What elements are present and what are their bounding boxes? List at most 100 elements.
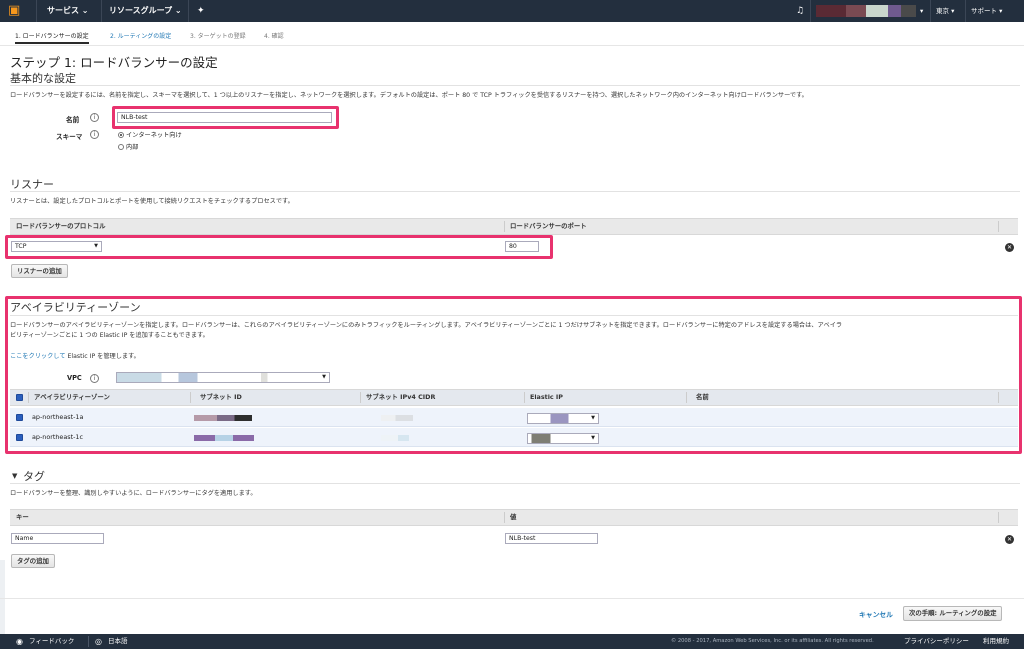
col-divider	[524, 392, 525, 403]
elastic-ip-select[interactable]: ▼	[527, 433, 599, 444]
row-checkbox[interactable]	[16, 414, 23, 421]
col-value: 値	[510, 513, 517, 521]
col-port: ロードバランサーのポート	[510, 222, 587, 230]
tag-value-input[interactable]	[505, 533, 598, 544]
table-row[interactable]: ap-northeast-1a ▼	[10, 408, 1018, 427]
tag-key-input[interactable]	[11, 533, 104, 544]
nav-divider	[965, 0, 966, 22]
wizard-step-review[interactable]: 4. 確認	[264, 31, 284, 40]
az-manage-eip: ここをクリックして Elastic IP を管理します。	[10, 352, 140, 361]
col-elastic-ip: Elastic IP	[530, 393, 563, 401]
col-zone: アベイラビリティーゾーン	[34, 393, 110, 401]
scheme-option-label: 内部	[126, 144, 139, 151]
az-table-header: アベイラビリティーゾーン サブネット ID サブネット IPv4 CIDR El…	[10, 389, 1018, 406]
section-divider	[10, 191, 1020, 192]
cancel-link[interactable]: キャンセル	[859, 609, 893, 619]
nav-divider	[930, 0, 931, 22]
col-divider	[360, 392, 361, 403]
col-divider	[504, 221, 505, 232]
vpc-select[interactable]: ▼	[116, 372, 330, 383]
aws-logo-icon[interactable]: ▣	[8, 3, 30, 19]
feedback-link[interactable]: フィードバック	[29, 634, 74, 649]
section-divider	[10, 315, 1018, 316]
basic-heading: 基本的な設定	[10, 72, 76, 85]
zone-name: ap-northeast-1a	[32, 413, 84, 421]
scheme-label: スキーマ	[56, 133, 83, 141]
col-divider	[28, 392, 29, 403]
tags-table-header: キー 値	[10, 509, 1018, 526]
language-selector[interactable]: 日本語	[108, 634, 128, 649]
resource-groups-menu[interactable]: リソースグループ ⌄	[109, 0, 182, 22]
wizard-step-targets[interactable]: 3. ターゲットの登録	[190, 31, 246, 40]
col-subnet-id: サブネット ID	[200, 393, 242, 401]
wizard-step-configure[interactable]: 1. ロードバランサーの設定	[15, 31, 89, 44]
col-key: キー	[16, 513, 29, 521]
bell-icon[interactable]: ♫	[796, 0, 804, 22]
col-divider	[998, 392, 999, 403]
zone-name: ap-northeast-1c	[32, 433, 83, 441]
add-tag-button[interactable]: タグの追加	[11, 554, 55, 568]
listeners-table-header: ロードバランサーのプロトコル ロードバランサーのポート	[10, 218, 1018, 235]
vpc-label: VPC	[67, 374, 82, 382]
nav-divider	[188, 0, 189, 22]
collapse-triangle-icon[interactable]: ▼	[12, 472, 17, 480]
manage-eip-link[interactable]: ここをクリックして	[10, 353, 66, 360]
listeners-heading: リスナー	[10, 178, 54, 191]
cidr-redacted	[381, 435, 409, 441]
port-input[interactable]	[505, 241, 539, 252]
col-subnet-cidr: サブネット IPv4 CIDR	[366, 393, 436, 401]
add-listener-button[interactable]: リスナーの追加	[11, 264, 68, 278]
remove-tag-icon[interactable]: ✕	[1005, 535, 1014, 544]
col-divider	[998, 221, 999, 232]
tags-description: ロードバランサーを整理、識別しやすいように、ロードバランサーにタグを適用します。	[10, 490, 257, 497]
nav-divider	[36, 0, 37, 22]
radio-selected-icon	[118, 132, 124, 138]
region-menu[interactable]: 東京 ▾	[936, 0, 954, 22]
account-menu[interactable]	[816, 5, 916, 17]
support-menu[interactable]: サポート ▾	[971, 0, 1002, 22]
col-name: 名前	[696, 393, 709, 401]
support-label: サポート	[971, 7, 997, 15]
wizard-step-routing[interactable]: 2. ルーティングの設定	[110, 31, 171, 40]
subnet-id-redacted	[194, 415, 252, 421]
tags-heading[interactable]: タグ	[23, 468, 45, 484]
dropdown-arrow-icon: ▼	[94, 243, 98, 249]
manage-eip-suffix: Elastic IP を管理します。	[65, 353, 140, 360]
subnet-id-redacted	[194, 435, 254, 441]
table-row[interactable]: ap-northeast-1c ▼	[10, 428, 1018, 447]
region-label: 東京	[936, 7, 949, 15]
wizard-steps: 1. ロードバランサーの設定 2. ルーティングの設定 3. ターゲットの登録 …	[0, 22, 1024, 46]
col-divider	[998, 512, 999, 523]
info-icon[interactable]: i	[90, 130, 99, 139]
terms-link[interactable]: 利用規約	[983, 634, 1009, 649]
chevron-down-icon: ⌄	[81, 6, 89, 15]
remove-listener-icon[interactable]: ✕	[1005, 243, 1014, 252]
chevron-down-icon: ▾	[920, 7, 924, 15]
name-input[interactable]	[117, 112, 332, 123]
scheme-option-label: インターネット向け	[126, 132, 182, 139]
scheme-radio-internal[interactable]: 内部	[118, 142, 138, 151]
action-bar: キャンセル 次の手順: ルーティングの設定	[0, 598, 1024, 634]
name-label: 名前	[66, 116, 80, 124]
info-icon[interactable]: i	[90, 374, 99, 383]
info-icon[interactable]: i	[90, 113, 99, 122]
next-routing-button[interactable]: 次の手順: ルーティングの設定	[903, 606, 1003, 621]
privacy-link[interactable]: プライバシーポリシー	[904, 634, 969, 649]
az-heading: アベイラビリティーゾーン	[10, 301, 141, 314]
services-label: サービス	[47, 6, 79, 15]
page-title: ステップ 1: ロードバランサーの設定	[10, 55, 218, 70]
col-divider	[190, 392, 191, 403]
elastic-ip-select[interactable]: ▼	[527, 413, 599, 424]
pin-icon[interactable]: ✦	[197, 0, 205, 22]
dropdown-arrow-icon: ▼	[591, 415, 595, 421]
select-all-checkbox[interactable]	[16, 394, 23, 401]
col-protocol: ロードバランサーのプロトコル	[16, 222, 106, 230]
section-divider	[10, 85, 1020, 86]
row-checkbox[interactable]	[16, 434, 23, 441]
scheme-radio-internet[interactable]: インターネット向け	[118, 130, 182, 139]
protocol-select[interactable]: TCP ▼	[11, 241, 102, 252]
az-description-line2: ビリティーゾーンごとに 1 つの Elastic IP を追加することもできます…	[10, 332, 209, 339]
services-menu[interactable]: サービス ⌄	[47, 0, 89, 22]
globe-icon: ◎	[95, 637, 102, 646]
radio-icon	[118, 144, 124, 150]
